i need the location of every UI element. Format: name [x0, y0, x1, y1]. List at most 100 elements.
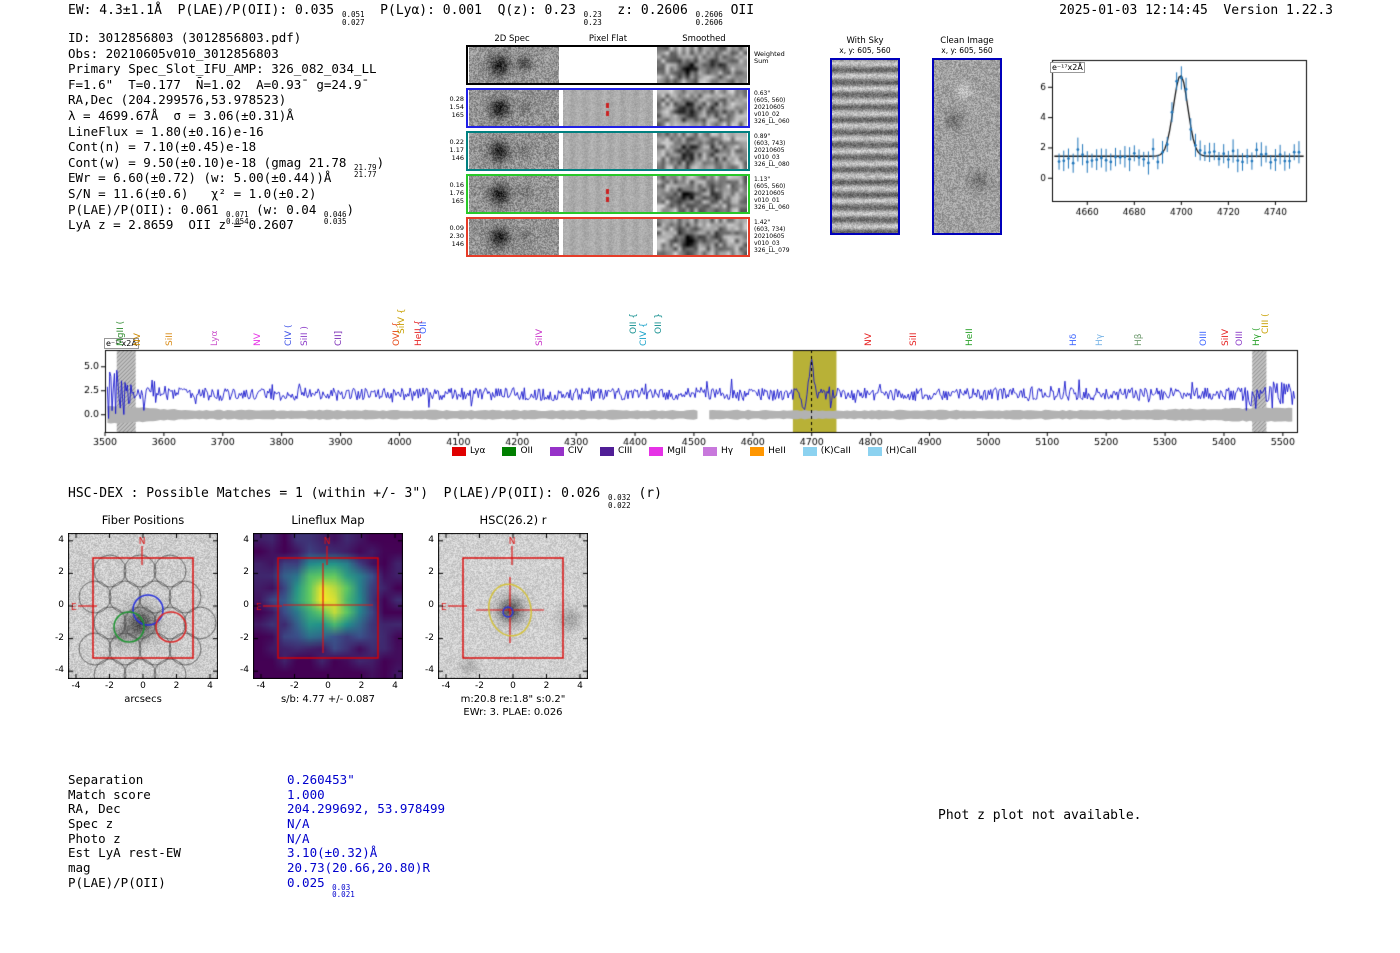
x-tick-label: -2 [290, 681, 299, 691]
match-table-row: mag 20.73(20.66,20.80)R [68, 860, 445, 875]
text-segment: LineFlux = 1.80(±0.16)e-16 [68, 123, 264, 139]
match-row-label: RA, Dec [68, 801, 121, 817]
smoothed-cutout [657, 219, 747, 255]
cutout-column-header: Smoothed [682, 34, 726, 44]
pixel-flat-cutout [563, 90, 653, 126]
stacked-errors: 0.046 0.035 [323, 209, 347, 227]
legend-label: (H)CaII [885, 446, 917, 456]
fiber-positions-title: Fiber Positions [101, 513, 185, 527]
info-line: ID: 3012856803 (3012856803.pdf) [68, 30, 384, 46]
cutout-row-weights: 0.09 2.30 146 [436, 224, 464, 248]
legend-item: CIV [549, 446, 583, 456]
text-segment: 0.260453" [287, 772, 355, 787]
emission-line-label: SiIV [1221, 328, 1232, 346]
text-segment: OII [722, 3, 755, 18]
match-table-row: P(LAE)/P(OII) 0.025 0.03 0.021 [68, 875, 445, 899]
stacked-errors: 0.2606 0.2606 [695, 10, 723, 27]
match-table-row: RA, Dec 204.299692, 53.978499 [68, 801, 445, 816]
emission-line-label: SiIV { [396, 308, 407, 334]
legend-item: Hγ [703, 446, 733, 456]
text-segment: Cont(n) = 7.10(±0.45)e-18 [68, 139, 257, 155]
weight-value: 0.22 [449, 138, 464, 146]
x-tick-label: 0 [325, 681, 331, 691]
emission-line-label: SiII [909, 332, 920, 346]
hsc-cutout-image [438, 533, 588, 679]
pixel-flat-cutout [563, 176, 653, 212]
cutout-column-header: Pixel Flat [588, 34, 628, 44]
catalog-match-table: Separation 0.260453" Match score 1.000 RA, D… [68, 772, 445, 899]
match-row-value: 0.025 0.03 0.021 [287, 875, 355, 899]
cutout-row-annotation: Weighted Sum [754, 51, 826, 65]
y-tick-label: -2 [240, 632, 249, 643]
emission-line-label: SiIV [534, 328, 545, 346]
match-row-label: Match score [68, 786, 151, 802]
flux-units-label: e⁻¹⁷x2Å [1050, 62, 1085, 73]
match-row-label: Spec z [68, 816, 114, 832]
match-table-row: Separation 0.260453" [68, 772, 445, 787]
text-segment: EW: 4.3±1.1Å P(LAE)/P(OII): 0.035 [68, 3, 342, 18]
text-segment: RA,Dec (204.299576,53.978523) [68, 92, 287, 108]
spectrum-legend: Lyα OII CIV CIII MgII Hγ HeII (K)CaII (H)CaII [452, 446, 917, 456]
match-row-label: Separation [68, 772, 144, 787]
match-row-value: 1.000 [287, 787, 325, 802]
y-tick-label: 2 [428, 567, 434, 578]
cutout-row-annotation: 0.89" (603, 743) 20210605 v010_03 326_LL_080 [754, 133, 826, 168]
stacked-errors: 0.032 0.022 [608, 493, 631, 510]
annotation-line: (603, 734) [754, 226, 786, 233]
emission-line-label: Hγ [1095, 333, 1106, 346]
y-tick-label: -2 [55, 632, 64, 643]
legend-swatch [649, 446, 664, 456]
sky-panel-title: With Sky [846, 36, 884, 46]
stacked-errors: 21.79 21.77 [353, 162, 377, 180]
text-segment: P(LAE)/P(OII): 0.061 [68, 201, 227, 217]
legend-item: (K)CaII [802, 446, 851, 456]
annotation-line: 20210605 [754, 233, 785, 240]
emission-line-label: NV [253, 333, 264, 346]
info-line: EWr = 6.60(±0.72) (w: 5.00(±0.44))Å [68, 170, 384, 186]
x-tick-label: 2 [358, 681, 365, 691]
x-tick-label: 4 [577, 681, 583, 691]
emission-line-label: OII [419, 321, 430, 334]
info-line: S/N = 11.6(±0.6) χ² = 1.0(±0.2) [68, 186, 384, 202]
emission-line-label: OIII [1198, 330, 1209, 346]
weight-value: 146 [451, 240, 464, 248]
info-line: LineFlux = 1.80(±0.16)e-16 [68, 124, 384, 140]
smoothed-cutout [657, 133, 747, 169]
emission-line-label: Hβ [1134, 333, 1145, 346]
cutout-row-weights: 0.22 1.17 146 [436, 138, 464, 162]
stacked-errors: 0.03 0.021 [332, 882, 355, 900]
cutout-row-weights: 0.28 1.54 165 [436, 95, 464, 119]
match-table-row: Photo z N/A [68, 831, 445, 846]
x-tick-label: -4 [256, 681, 266, 691]
x-tick-label: -4 [441, 681, 451, 691]
legend-swatch [750, 446, 765, 456]
text-segment: ) [346, 201, 354, 217]
y-tick-label: 0 [243, 600, 249, 610]
text-segment: S/N = 11.6(±0.6) χ² = 1.0(±0.2) [68, 185, 317, 201]
hsc-cutout-title: HSC(26.2) r [479, 513, 547, 527]
pixel-flat-cutout [563, 219, 653, 255]
annotation-line: 326_LL_079 [754, 247, 790, 254]
annotation-line: (603, 743) [754, 140, 786, 147]
weight-value: 0.28 [449, 95, 464, 103]
y-tick-label: 2 [243, 567, 249, 578]
cutout-row [466, 174, 750, 214]
emission-line-label: OII { [628, 313, 639, 334]
sky-panel-coords: x, y: 605, 560 [839, 46, 891, 55]
info-line: Cont(w) = 9.50(±0.10)e-18 (gmag 21.78 21… [68, 155, 384, 179]
x-tick-label: 0 [140, 681, 146, 691]
annotation-line: 20210605 [754, 104, 785, 111]
emission-line-label: OIII [1235, 330, 1246, 346]
legend-label: (K)CaII [820, 446, 851, 456]
cutout-row [466, 131, 750, 171]
match-row-value: 0.260453" [287, 772, 355, 787]
line-fit-plot [1028, 50, 1318, 225]
stacked-errors: 0.23 0.23 [583, 10, 602, 27]
x-tick-label: 0 [510, 681, 516, 691]
text-segment: (w: 0.04 [248, 201, 324, 217]
match-table-row: Est LyA rest-EW 3.10(±0.32)Å [68, 845, 445, 860]
y-tick-label: -2 [425, 632, 434, 643]
x-tick-label: 2 [543, 681, 550, 691]
text-segment: ID: 3012856803 (3012856803.pdf) [68, 30, 302, 45]
legend-swatch [549, 446, 564, 456]
